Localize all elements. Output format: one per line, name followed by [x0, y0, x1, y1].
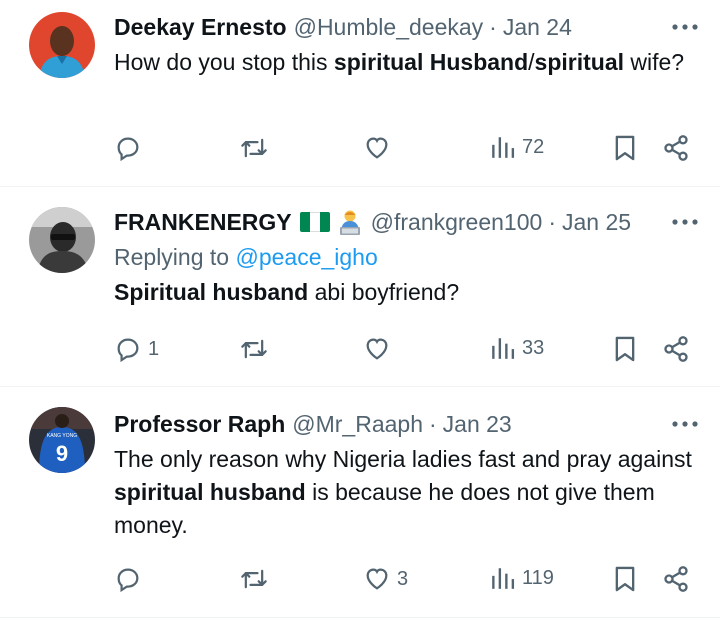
- text-segment-bold: spiritual Husband: [333, 49, 529, 75]
- retweet-button[interactable]: [239, 134, 275, 162]
- technologist-emoji-icon: [336, 208, 364, 236]
- bookmark-button[interactable]: [611, 565, 639, 593]
- views-icon: [492, 338, 515, 359]
- text-segment: abi boyfriend?: [308, 279, 460, 305]
- bookmark-button[interactable]: [611, 335, 639, 363]
- text-segment-bold: Spiritual husband: [114, 279, 309, 305]
- tweet-date[interactable]: Jan 24: [503, 12, 572, 42]
- text-segment-bold: spiritual: [534, 49, 625, 75]
- tweet-actions: 72: [114, 134, 696, 166]
- retweet-button[interactable]: [239, 565, 275, 593]
- user-handle[interactable]: @Humble_deekay: [294, 12, 484, 42]
- tweet-text: The only reason why Nigeria ladies fast …: [114, 443, 700, 542]
- like-button[interactable]: [363, 335, 397, 363]
- like-count: 3: [397, 567, 409, 590]
- retweet-icon: [241, 339, 267, 359]
- display-name[interactable]: FRANKENERGY: [114, 207, 292, 237]
- tweet-actions: 1 33: [114, 335, 696, 367]
- jersey-name: KANG YONG: [47, 433, 77, 439]
- like-button[interactable]: [363, 134, 397, 162]
- share-icon: [664, 336, 688, 362]
- display-name[interactable]: Deekay Ernesto: [114, 12, 287, 42]
- tweet-text: How do you stop this spiritual Husband/s…: [114, 46, 700, 79]
- heart-icon: [366, 568, 388, 590]
- views-button[interactable]: 119: [490, 565, 554, 591]
- tweet-actions: 3 119: [114, 565, 696, 597]
- reply-button[interactable]: [114, 134, 148, 162]
- views-count: 119: [522, 566, 554, 589]
- text-segment: The only reason why Nigeria ladies fast …: [114, 446, 692, 472]
- user-handle[interactable]: @frankgreen100: [371, 207, 543, 237]
- more-icon[interactable]: [670, 12, 700, 42]
- retweet-button[interactable]: [239, 335, 275, 363]
- heart-icon: [366, 137, 388, 159]
- heart-icon: [366, 338, 388, 360]
- more-icon[interactable]: [670, 409, 700, 439]
- avatar[interactable]: [29, 207, 95, 273]
- jersey-number: 9: [56, 441, 68, 466]
- text-segment-bold: spiritual husband: [114, 479, 306, 505]
- tweet-text: Spiritual husband abi boyfriend?: [114, 276, 700, 309]
- reply-count: 1: [148, 337, 160, 360]
- replying-to: Replying to @peace_igho: [114, 241, 700, 274]
- separator-dot: ·: [548, 209, 556, 235]
- bookmark-icon: [615, 135, 635, 161]
- bookmark-button[interactable]: [611, 134, 639, 162]
- mention-link[interactable]: @peace_igho: [235, 244, 377, 270]
- views-icon: [492, 137, 515, 158]
- reply-button[interactable]: [114, 565, 148, 593]
- tweet[interactable]: FRANKENERGY @frankgreen100 · Jan 25 Repl…: [0, 187, 720, 387]
- user-handle[interactable]: @Mr_Raaph: [292, 409, 423, 439]
- share-icon: [664, 566, 688, 592]
- views-button[interactable]: 33: [490, 335, 544, 361]
- bookmark-icon: [615, 566, 635, 592]
- nigeria-flag-icon: [299, 212, 330, 232]
- retweet-icon: [241, 569, 267, 589]
- avatar[interactable]: [29, 12, 95, 78]
- views-count: 72: [522, 135, 545, 158]
- avatar[interactable]: KANG YONG 9: [29, 407, 95, 473]
- text-segment: wife?: [624, 49, 685, 75]
- views-count: 33: [522, 336, 545, 359]
- views-icon: [492, 568, 515, 589]
- tweet-date[interactable]: Jan 23: [443, 409, 512, 439]
- views-button[interactable]: 72: [490, 134, 544, 160]
- reply-icon: [117, 568, 139, 593]
- more-icon[interactable]: [670, 207, 700, 237]
- reply-icon: [117, 338, 139, 363]
- tweet[interactable]: KANG YONG 9 Professor Raph @Mr_Raaph · J…: [0, 387, 720, 618]
- separator-dot: ·: [489, 14, 497, 40]
- reply-icon: [117, 137, 139, 162]
- tweet[interactable]: Deekay Ernesto @Humble_deekay · Jan 24 H…: [0, 0, 720, 187]
- share-button[interactable]: [662, 134, 690, 162]
- share-button[interactable]: [662, 335, 690, 363]
- replying-label: Replying to: [114, 244, 230, 270]
- tweet-date[interactable]: Jan 25: [562, 207, 631, 237]
- like-button[interactable]: 3: [363, 565, 408, 593]
- display-name[interactable]: Professor Raph: [114, 409, 285, 439]
- share-button[interactable]: [662, 565, 690, 593]
- share-icon: [664, 135, 688, 161]
- retweet-icon: [241, 138, 267, 158]
- text-segment: How do you stop this: [114, 49, 334, 75]
- bookmark-icon: [615, 336, 635, 362]
- separator-dot: ·: [429, 411, 437, 437]
- reply-button[interactable]: 1: [114, 335, 159, 363]
